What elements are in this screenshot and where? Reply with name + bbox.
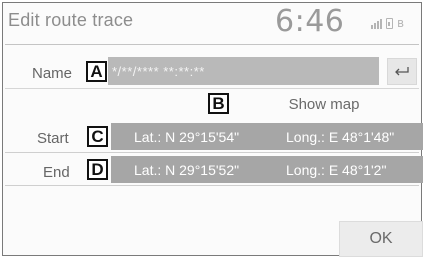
clock: 6:46 — [275, 4, 345, 39]
start-label: Start — [37, 130, 69, 147]
back-button[interactable] — [387, 58, 417, 85]
end-divider — [5, 185, 419, 186]
return-arrow-icon — [395, 66, 409, 75]
name-value: */**/**** **:**:** — [112, 64, 205, 79]
name-label: Name — [32, 65, 73, 82]
end-point-button[interactable]: Lat.: N 29°15'52" Long.: E 48°1'2" — [111, 156, 423, 183]
show-map-button[interactable]: Show map — [265, 91, 383, 117]
signal-icon — [371, 18, 382, 29]
status-bar-icons: ʙ — [371, 15, 404, 29]
header-divider — [5, 44, 419, 45]
callout-d: D — [87, 159, 108, 180]
name-field[interactable]: */**/**** **:**:** — [108, 57, 379, 85]
bluetooth-icon: ʙ — [397, 16, 404, 30]
end-longitude: Long.: E 48°1'2" — [286, 162, 387, 178]
end-latitude: Lat.: N 29°15'52" — [134, 162, 240, 178]
phone-icon — [386, 18, 393, 29]
ok-button[interactable]: OK — [339, 221, 423, 257]
end-label: End — [43, 164, 70, 181]
callout-a: A — [86, 61, 107, 82]
callout-b: B — [208, 93, 229, 114]
show-map-label: Show map — [288, 95, 360, 113]
screen-title: Edit route trace — [8, 10, 134, 30]
start-point-button[interactable]: Lat.: N 29°15'54" Long.: E 48°1'48" — [111, 123, 423, 150]
route-trace-screen: Edit route trace 6:46 ʙ Name */**/**** *… — [2, 2, 423, 257]
name-divider — [5, 88, 419, 89]
start-divider — [5, 152, 419, 153]
callout-c: C — [87, 126, 108, 147]
start-longitude: Long.: E 48°1'48" — [286, 129, 395, 145]
start-latitude: Lat.: N 29°15'54" — [134, 129, 240, 145]
ok-label: OK — [369, 230, 393, 247]
